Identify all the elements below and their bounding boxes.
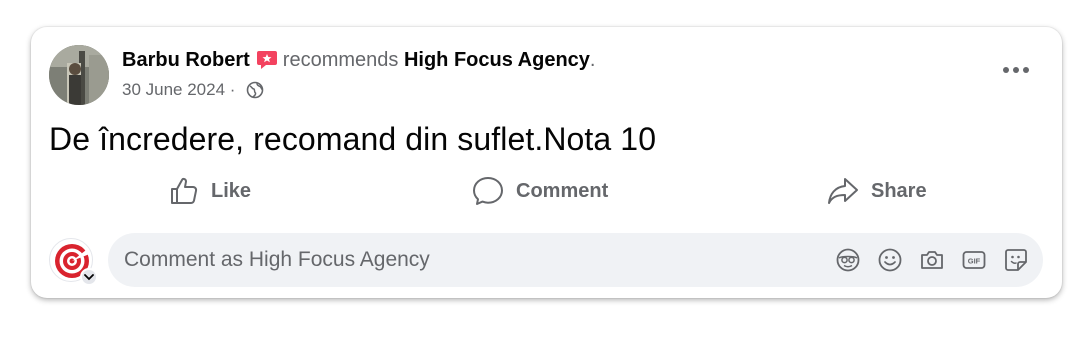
svg-text:GIF: GIF [968,257,981,266]
post-card: Barbu Robert recommends High Focus Agenc… [31,27,1062,298]
share-button[interactable]: Share [827,171,927,211]
action-bar: Like Comment Share [31,171,1062,211]
comment-icon [473,177,503,205]
chevron-down-icon [84,274,94,281]
post-date[interactable]: 30 June 2024 [122,80,225,100]
like-icon [171,177,198,204]
gif-button[interactable]: GIF [961,247,987,273]
avatar-sticker-button[interactable] [835,247,861,273]
date-separator: · [225,80,241,99]
post-text: De încredere, recomand din suflet.Nota 1… [49,121,657,157]
more-options-button[interactable] [998,57,1034,83]
comment-composer: GIF [108,233,1043,287]
comment-label: Comment [516,179,609,202]
switch-profile-button[interactable] [80,268,98,286]
recommends-verb: recommends [282,48,399,71]
recommend-badge-icon [256,50,278,70]
author-name[interactable]: Barbu Robert [122,49,250,72]
composer-tools: GIF [819,233,1029,287]
like-label: Like [211,179,252,202]
post-meta: 30 June 2024 · [122,79,264,101]
header-punct: . [589,48,596,71]
like-button[interactable]: Like [169,171,251,211]
emoji-button[interactable] [877,247,903,273]
emoji-icon [878,248,902,272]
gif-icon: GIF [962,251,986,269]
comment-input[interactable] [124,233,804,287]
sticker-icon [1005,249,1027,271]
post-header-line: Barbu Robert recommends High Focus Agenc… [122,47,595,73]
sticker-button[interactable] [1003,247,1029,273]
globe-icon [246,81,264,99]
camera-icon [921,251,943,269]
share-label: Share [871,179,927,202]
page-name-link[interactable]: High Focus Agency [404,49,590,72]
comment-button[interactable]: Comment [472,171,608,211]
author-avatar[interactable] [49,45,109,105]
photo-button[interactable] [919,247,945,273]
avatar-sticker-icon [836,248,860,272]
share-icon [828,178,858,204]
more-options-icon [1003,67,1029,73]
